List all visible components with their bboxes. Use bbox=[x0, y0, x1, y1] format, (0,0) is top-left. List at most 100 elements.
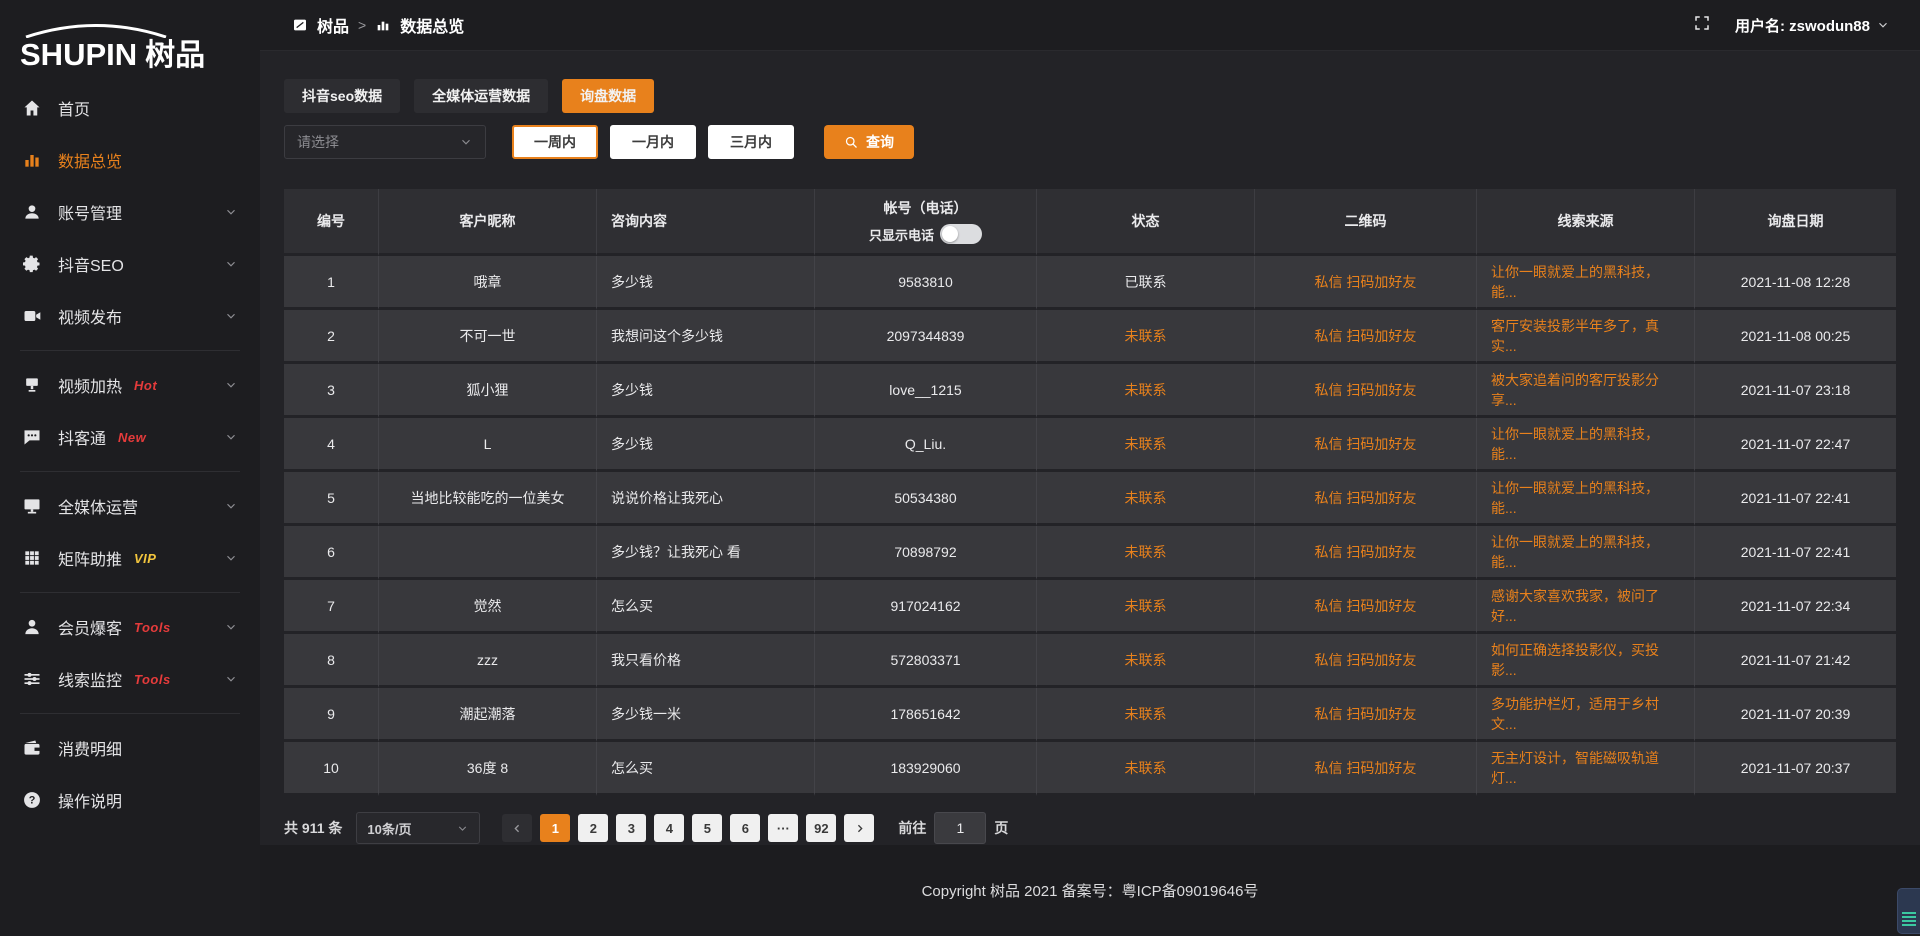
gear-icon bbox=[22, 254, 42, 274]
sidebar-item-6[interactable]: 视频加热 Hot bbox=[0, 359, 260, 411]
source-link[interactable]: 被大家追着问的客厅投影分享... bbox=[1491, 372, 1659, 408]
page-button-1[interactable]: 1 bbox=[540, 814, 570, 842]
sidebar-item-badge: VIP bbox=[134, 551, 156, 566]
page-button-92[interactable]: 92 bbox=[806, 814, 836, 842]
page-button-3[interactable]: 3 bbox=[616, 814, 646, 842]
prev-page-button[interactable] bbox=[502, 814, 532, 842]
cell-source: 让你一眼就爱上的黑科技，能... bbox=[1477, 256, 1695, 310]
sidebar-item-12[interactable]: 会员爆客 Tools bbox=[0, 601, 260, 653]
source-link[interactable]: 让你一眼就爱上的黑科技，能... bbox=[1491, 264, 1659, 300]
sidebar-item-4[interactable]: 视频发布 bbox=[0, 290, 260, 342]
page-size-select[interactable]: 10条/页 bbox=[356, 812, 480, 844]
next-page-button[interactable] bbox=[844, 814, 874, 842]
source-link[interactable]: 让你一眼就爱上的黑科技，能... bbox=[1491, 534, 1659, 570]
query-button-label: 查询 bbox=[866, 132, 894, 152]
sidebar-item-1[interactable]: 数据总览 bbox=[0, 134, 260, 186]
grid-icon bbox=[22, 548, 42, 568]
status-badge: 未联系 bbox=[1125, 598, 1167, 614]
source-link[interactable]: 客厅安装投影半年多了，真实... bbox=[1491, 318, 1659, 354]
source-link[interactable]: 多功能护栏灯，适用于乡村文... bbox=[1491, 696, 1659, 732]
source-link[interactable]: 如何正确选择投影仪，买投影... bbox=[1491, 642, 1659, 678]
sidebar-item-0[interactable]: 首页 bbox=[0, 82, 260, 134]
col-qrcode: 二维码 bbox=[1255, 189, 1477, 256]
goto-suffix: 页 bbox=[994, 818, 1008, 838]
page-button-5[interactable]: 5 bbox=[692, 814, 722, 842]
user-menu[interactable]: 用户名: zswodun88 bbox=[1735, 15, 1890, 36]
tab-2[interactable]: 询盘数据 bbox=[562, 79, 654, 113]
sidebar: SHUPIN 树品 首页 数据总览 账号管理 抖音SEO 视频发布 视频加热 H… bbox=[0, 0, 260, 936]
qrcode-link[interactable]: 私信 扫码加好友 bbox=[1315, 436, 1417, 452]
chevron-down-icon bbox=[224, 620, 238, 634]
app-square-icon bbox=[292, 17, 308, 33]
sidebar-item-9[interactable]: 全媒体运营 bbox=[0, 480, 260, 532]
sidebar-item-badge: Tools bbox=[134, 620, 171, 635]
phone-only-toggle[interactable] bbox=[940, 224, 982, 244]
sidebar-item-label: 视频发布 bbox=[58, 304, 122, 328]
fullscreen-icon[interactable] bbox=[1693, 14, 1711, 37]
cell-qrcode: 私信 扫码加好友 bbox=[1255, 418, 1477, 472]
page-button-4[interactable]: 4 bbox=[654, 814, 684, 842]
chevron-down-icon bbox=[456, 822, 469, 835]
source-link[interactable]: 让你一眼就爱上的黑科技，能... bbox=[1491, 426, 1659, 462]
source-link[interactable]: 无主灯设计，智能磁吸轨道灯... bbox=[1491, 750, 1659, 786]
period-button-2[interactable]: 三月内 bbox=[708, 125, 794, 159]
qrcode-link[interactable]: 私信 扫码加好友 bbox=[1315, 598, 1417, 614]
sidebar-item-badge: Tools bbox=[134, 672, 171, 687]
user-icon bbox=[22, 202, 42, 222]
cell-source: 让你一眼就爱上的黑科技，能... bbox=[1477, 418, 1695, 472]
query-button[interactable]: 查询 bbox=[824, 125, 914, 159]
breadcrumb: 树品 > 数据总览 bbox=[292, 13, 464, 37]
sidebar-item-badge: Hot bbox=[134, 378, 157, 393]
table-row: 5 当地比较能吃的一位美女 说说价格让我死心 50534380 未联系 私信 扫… bbox=[284, 472, 1896, 526]
qrcode-link[interactable]: 私信 扫码加好友 bbox=[1315, 328, 1417, 344]
cell-account: love__1215 bbox=[815, 364, 1037, 418]
cell-nickname: L bbox=[379, 418, 597, 472]
cell-date: 2021-11-07 23:18 bbox=[1695, 364, 1896, 418]
source-link[interactable]: 让你一眼就爱上的黑科技，能... bbox=[1491, 480, 1659, 516]
qrcode-link[interactable]: 私信 扫码加好友 bbox=[1315, 544, 1417, 560]
chevron-right-icon bbox=[853, 822, 866, 835]
goto-page-input[interactable] bbox=[934, 812, 986, 844]
floating-widget[interactable] bbox=[1897, 888, 1920, 934]
goto-group: 前往 页 bbox=[898, 812, 1008, 844]
period-button-0[interactable]: 一周内 bbox=[512, 125, 598, 159]
cell-account: 70898792 bbox=[815, 526, 1037, 580]
qrcode-link[interactable]: 私信 扫码加好友 bbox=[1315, 490, 1417, 506]
screen-icon bbox=[22, 496, 42, 516]
cell-date: 2021-11-07 22:41 bbox=[1695, 526, 1896, 580]
col-no: 编号 bbox=[284, 189, 379, 256]
sidebar-item-3[interactable]: 抖音SEO bbox=[0, 238, 260, 290]
table-row: 4 L 多少钱 Q_Liu. 未联系 私信 扫码加好友 让你一眼就爱上的黑科技，… bbox=[284, 418, 1896, 472]
heat-icon bbox=[22, 375, 42, 395]
breadcrumb-app[interactable]: 树品 bbox=[317, 13, 349, 37]
cell-account: 917024162 bbox=[815, 580, 1037, 634]
period-button-1[interactable]: 一月内 bbox=[610, 125, 696, 159]
qrcode-link[interactable]: 私信 扫码加好友 bbox=[1315, 382, 1417, 398]
sidebar-item-10[interactable]: 矩阵助推 VIP bbox=[0, 532, 260, 584]
page-button-2[interactable]: 2 bbox=[578, 814, 608, 842]
sidebar-item-2[interactable]: 账号管理 bbox=[0, 186, 260, 238]
sidebar-item-13[interactable]: 线索监控 Tools bbox=[0, 653, 260, 705]
sidebar-item-15[interactable]: 消费明细 bbox=[0, 722, 260, 774]
search-icon bbox=[844, 135, 859, 150]
tab-0[interactable]: 抖音seo数据 bbox=[284, 79, 400, 113]
filter-select[interactable]: 请选择 bbox=[284, 125, 486, 159]
cell-account: 572803371 bbox=[815, 634, 1037, 688]
sidebar-item-16[interactable]: ? 操作说明 bbox=[0, 774, 260, 826]
qrcode-link[interactable]: 私信 扫码加好友 bbox=[1315, 760, 1417, 776]
cell-qrcode: 私信 扫码加好友 bbox=[1255, 526, 1477, 580]
qrcode-link[interactable]: 私信 扫码加好友 bbox=[1315, 274, 1417, 290]
sidebar-item-label: 矩阵助推 bbox=[58, 546, 122, 570]
source-link[interactable]: 感谢大家喜欢我家，被问了好... bbox=[1491, 588, 1659, 624]
qrcode-link[interactable]: 私信 扫码加好友 bbox=[1315, 652, 1417, 668]
cell-content: 怎么买 bbox=[597, 742, 815, 796]
page-button-6[interactable]: 6 bbox=[730, 814, 760, 842]
sidebar-item-7[interactable]: 抖客通 New bbox=[0, 411, 260, 463]
tab-1[interactable]: 全媒体运营数据 bbox=[414, 79, 548, 113]
page-ellipsis-button[interactable]: ··· bbox=[768, 814, 798, 842]
cell-nickname: 哦章 bbox=[379, 256, 597, 310]
qrcode-link[interactable]: 私信 扫码加好友 bbox=[1315, 706, 1417, 722]
cell-qrcode: 私信 扫码加好友 bbox=[1255, 742, 1477, 796]
sidebar-item-label: 会员爆客 bbox=[58, 615, 122, 639]
sidebar-divider bbox=[20, 350, 240, 351]
